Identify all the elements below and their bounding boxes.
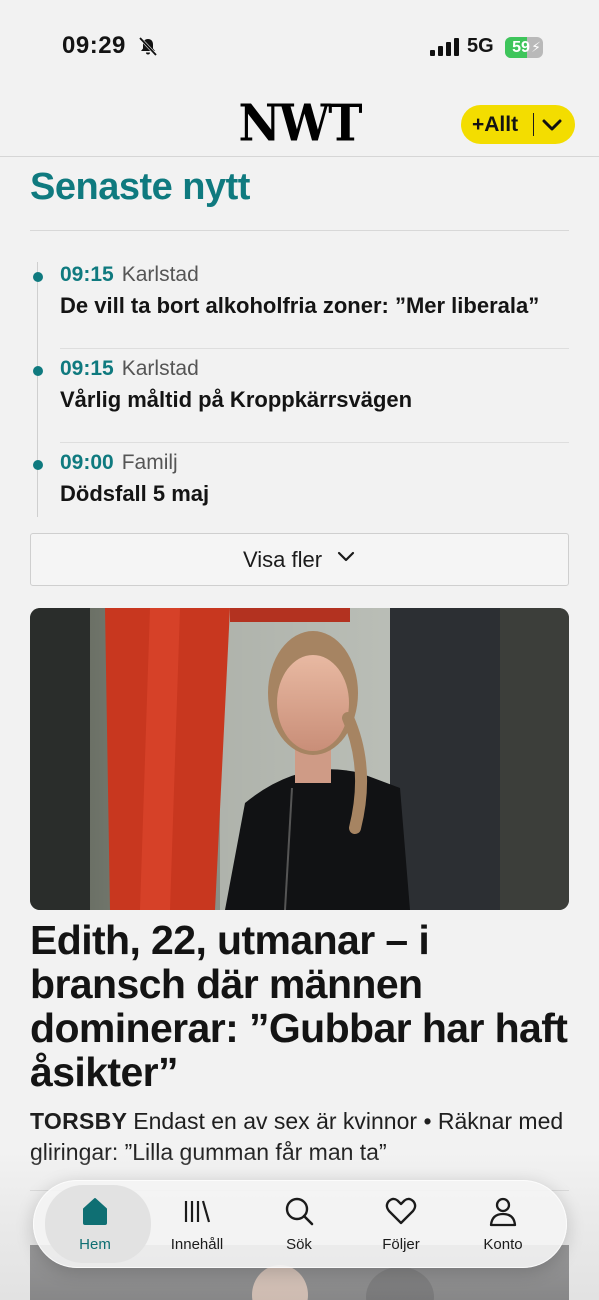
tab-content[interactable]: Innehåll <box>145 1180 249 1268</box>
library-icon <box>145 1194 249 1228</box>
news-time: 09:15 <box>60 357 114 380</box>
article-headline[interactable]: Edith, 22, utmanar – i bransch där männe… <box>30 918 575 1094</box>
news-headline[interactable]: Dödsfall 5 maj <box>60 481 209 507</box>
news-time: 09:00 <box>60 451 114 474</box>
news-meta: 09:15 Karlstad <box>60 263 199 287</box>
plus-divider <box>533 113 534 136</box>
tab-label: Innehåll <box>170 1236 224 1253</box>
section-title-latest[interactable]: Senaste nytt <box>30 166 250 209</box>
network-type: 5G <box>467 35 494 57</box>
divider <box>30 230 569 231</box>
charging-icon: ⚡ <box>531 39 541 55</box>
battery-icon: 59 ⚡ <box>505 37 543 58</box>
signal-icon <box>430 38 459 56</box>
tab-search[interactable]: Sök <box>247 1180 351 1268</box>
tab-label: Följer <box>382 1236 420 1253</box>
bottom-tab-bar: Hem Innehåll Sök Följer Konto <box>33 1180 567 1268</box>
status-time: 09:29 <box>62 32 126 59</box>
timeline-dot <box>33 366 43 376</box>
news-meta: 09:00 Familj <box>60 451 178 475</box>
tab-label: Hem <box>79 1236 111 1253</box>
news-headline[interactable]: De vill ta bort alkoholfria zoner: ”Mer … <box>60 293 539 319</box>
article-image[interactable] <box>30 608 569 910</box>
tab-label: Sök <box>286 1236 312 1253</box>
bell-muted-icon <box>137 36 159 63</box>
show-more-label: Visa fler <box>242 546 323 572</box>
home-icon <box>43 1194 147 1228</box>
chevron-down-icon <box>336 550 356 569</box>
news-category: Familj <box>121 451 178 474</box>
news-item[interactable]: 09:00 Familj Dödsfall 5 maj <box>30 443 569 523</box>
article-place: TORSBY <box>30 1108 128 1134</box>
heart-icon <box>349 1194 453 1228</box>
person-icon <box>451 1194 555 1228</box>
tab-account[interactable]: Konto <box>451 1180 555 1268</box>
tab-home[interactable]: Hem <box>43 1180 147 1268</box>
timeline-dot <box>33 460 43 470</box>
tab-label: Konto <box>483 1236 523 1253</box>
timeline-dot <box>33 272 43 282</box>
chevron-down-icon[interactable] <box>541 115 563 140</box>
plus-all-button[interactable]: +Allt <box>461 105 575 144</box>
show-more-button[interactable]: Visa fler <box>30 533 569 586</box>
news-category: Karlstad <box>121 263 199 286</box>
news-item[interactable]: 09:15 Karlstad De vill ta bort alkoholfri… <box>30 255 569 349</box>
news-item[interactable]: 09:15 Karlstad Vårlig måltid på Kroppkärr… <box>30 349 569 443</box>
search-icon <box>247 1194 351 1228</box>
news-meta: 09:15 Karlstad <box>60 357 199 381</box>
news-headline[interactable]: Vårlig måltid på Kroppkärrsvägen <box>60 387 412 413</box>
status-bar: 09:29 5G 59 ⚡ <box>0 0 599 90</box>
news-category: Karlstad <box>121 357 199 380</box>
news-time: 09:15 <box>60 263 114 286</box>
tab-following[interactable]: Följer <box>349 1180 453 1268</box>
top-header: NWT +Allt <box>0 90 599 157</box>
article-lead[interactable]: TORSBY Endast en av sex är kvinnor • Räkn… <box>30 1106 575 1168</box>
plus-all-label: +Allt <box>472 112 519 136</box>
